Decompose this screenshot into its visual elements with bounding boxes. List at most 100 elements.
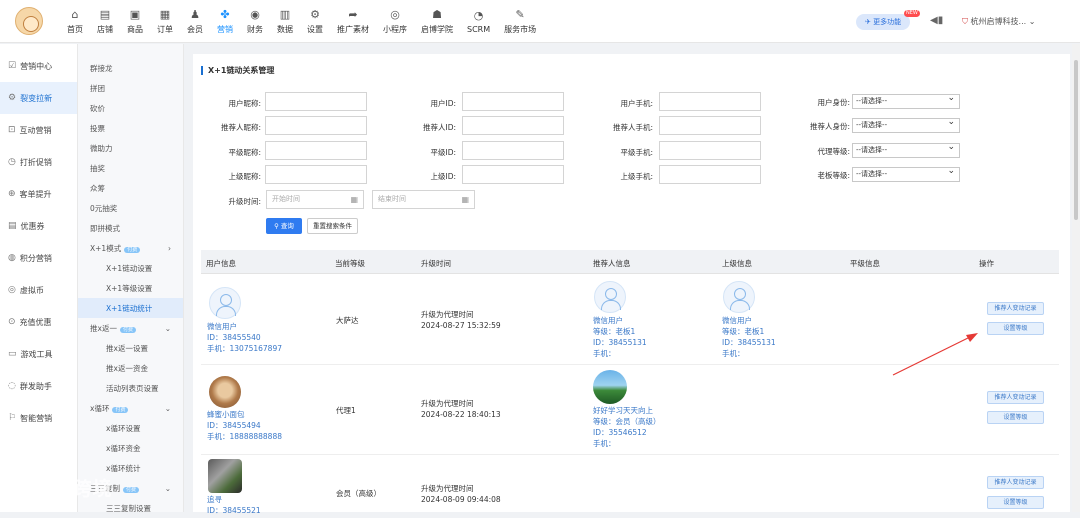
submenu-item-13[interactable]: 推x返一 付费 ⌄: [78, 318, 183, 338]
submenu-item-7[interactable]: 0元抽奖: [78, 198, 183, 218]
nickname-input[interactable]: [265, 92, 367, 111]
submenu-item-1[interactable]: 拼团: [78, 78, 183, 98]
user-name[interactable]: 微信用户: [207, 321, 237, 332]
sidebar-item-8[interactable]: ⊙ 充值优惠: [0, 306, 77, 338]
submenu-item-18[interactable]: x循环设置: [78, 418, 183, 438]
submenu-item-label: 即拼模式: [90, 223, 120, 233]
nav-item-7[interactable]: ▥ 数据: [270, 0, 300, 43]
submenu-item-6[interactable]: 众筹: [78, 178, 183, 198]
referrer-history-button[interactable]: 推荐人变动记录: [987, 476, 1044, 489]
ref-nickname-input[interactable]: [265, 116, 367, 135]
submenu-item-label: 微助力: [90, 143, 113, 153]
submenu-item-8[interactable]: 即拼模式: [78, 218, 183, 238]
sidebar-item-icon: ☑: [8, 61, 17, 71]
referrer-history-button[interactable]: 推荐人变动记录: [987, 302, 1044, 315]
nav-item-9[interactable]: ➦ 推广素材: [330, 0, 376, 43]
sidebar-item-9[interactable]: ▭ 游戏工具: [0, 338, 77, 370]
sidebar-item-5[interactable]: ▤ 优惠券: [0, 210, 77, 242]
submenu-item-0[interactable]: 群接龙: [78, 58, 183, 78]
ref-phone-label: 推荐人手机:: [612, 123, 653, 132]
nav-item-5[interactable]: ✤ 营销: [210, 0, 240, 43]
submenu-item-4[interactable]: 微助力: [78, 138, 183, 158]
submenu-item-label: 三三复制设置: [106, 503, 151, 513]
submenu-item-5[interactable]: 抽奖: [78, 158, 183, 178]
submenu-item-label: 推x返一资金: [106, 363, 148, 373]
submenu-item-16[interactable]: 活动列表页设置: [78, 378, 183, 398]
ref-name[interactable]: 微信用户: [593, 315, 623, 326]
sidebar-item-4[interactable]: ⊕ 客单提升: [0, 178, 77, 210]
set-level-button[interactable]: 设置等级: [987, 322, 1044, 335]
sidebar-item-3[interactable]: ◷ 打折促销: [0, 146, 77, 178]
submenu-item-12[interactable]: X+1链动统计: [78, 298, 183, 318]
sidebar-item-1[interactable]: ⚙ 裂变拉新: [0, 82, 77, 114]
ref-nickname-label: 推荐人昵称:: [220, 123, 261, 132]
company-switcher[interactable]: ⛉ 杭州启博科技... ⌄: [962, 16, 1035, 27]
up-phone-input[interactable]: [659, 165, 761, 184]
submenu-item-label: 推x返一设置: [106, 343, 148, 353]
submenu-item-19[interactable]: x循环资金: [78, 438, 183, 458]
submenu-item-11[interactable]: X+1等级设置: [78, 278, 183, 298]
nav-item-1[interactable]: ▤ 店铺: [90, 0, 120, 43]
phone-input[interactable]: [659, 92, 761, 111]
submenu-item-label: 抽奖: [90, 163, 105, 173]
submenu-item-17[interactable]: x循环 付费 ⌄: [78, 398, 183, 418]
speaker-icon[interactable]: ◀▮: [930, 15, 943, 26]
ref-phone-input[interactable]: [659, 116, 761, 135]
ref-name[interactable]: 好好学习天天向上: [593, 405, 653, 416]
userid-input[interactable]: [462, 92, 564, 111]
nav-item-4[interactable]: ♟ 会员: [180, 0, 210, 43]
nav-item-6[interactable]: ◉ 财务: [240, 0, 270, 43]
user-name[interactable]: 蜂蜜小面包: [207, 409, 245, 420]
submenu-item-3[interactable]: 投票: [78, 118, 183, 138]
nav-item-13[interactable]: ✎ 服务市场: [497, 0, 543, 43]
user-id: ID：38455540: [207, 333, 261, 342]
sidebar-item-11[interactable]: ⚐ 智能营销: [0, 402, 77, 434]
up-nickname-input[interactable]: [265, 165, 367, 184]
top-nav: ⌂ 首页 ▤ 店铺 ▣ 商品 ▦ 订单 ♟ 会员 ✤ 营销 ◉ 财务 ▥ 数据 ⚙ 设置 ➦ 推广素材 ◎ 小程序 ☗ 启博学…: [60, 0, 543, 43]
referrer-history-button[interactable]: 推荐人变动记录: [987, 391, 1044, 404]
nav-item-10[interactable]: ◎ 小程序: [376, 0, 414, 43]
sidebar-item-2[interactable]: ⊡ 互动营销: [0, 114, 77, 146]
calendar-icon: ▦: [461, 195, 469, 204]
start-time-input[interactable]: 开始时间 ▦: [266, 190, 364, 209]
boss-level-select[interactable]: --请选择--: [852, 165, 960, 182]
up-id-input[interactable]: [462, 165, 564, 184]
nav-item-0[interactable]: ⌂ 首页: [60, 0, 90, 43]
nav-item-11[interactable]: ☗ 启博学院: [414, 0, 460, 43]
more-features-button[interactable]: ✈ 更多功能: [856, 14, 911, 30]
sidebar-item-7[interactable]: ◎ 虚拟币: [0, 274, 77, 306]
user-name[interactable]: 追寻: [207, 494, 222, 505]
set-level-button[interactable]: 设置等级: [987, 496, 1044, 509]
submenu-item-text: x循环资金: [106, 443, 140, 454]
sidebar-item-10[interactable]: ◌ 群发助手: [0, 370, 77, 402]
peer-nickname-input[interactable]: [265, 141, 367, 160]
submenu-item-10[interactable]: X+1链动设置: [78, 258, 183, 278]
agent-level-select[interactable]: --请选择--: [852, 141, 960, 158]
reset-button[interactable]: 重置搜索条件: [307, 218, 358, 234]
sidebar-item-6[interactable]: ◍ 积分营销: [0, 242, 77, 274]
submenu-item-9[interactable]: X+1模式 付费 ›: [78, 238, 183, 258]
ref-identity-select[interactable]: --请选择--: [852, 116, 960, 133]
nav-item-12[interactable]: ◔ SCRM: [460, 0, 497, 43]
identity-select[interactable]: --请选择--: [852, 92, 960, 109]
vertical-scrollbar[interactable]: [1072, 44, 1080, 512]
end-time-input[interactable]: 结束时间 ▦: [372, 190, 475, 209]
nav-item-8[interactable]: ⚙ 设置: [300, 0, 330, 43]
up-name[interactable]: 微信用户: [722, 315, 752, 326]
nav-item-2[interactable]: ▣ 商品: [120, 0, 150, 43]
peer-phone-input[interactable]: [659, 141, 761, 160]
set-level-button[interactable]: 设置等级: [987, 411, 1044, 424]
submenu-item-22[interactable]: 三三复制设置: [78, 498, 183, 518]
nav-item-3[interactable]: ▦ 订单: [150, 0, 180, 43]
shop-logo[interactable]: [15, 7, 43, 35]
ref-id-input[interactable]: [462, 116, 564, 135]
sidebar-item-icon: ⚐: [8, 413, 17, 423]
nav-item-label: 商品: [127, 24, 143, 34]
page-title: X+1链动关系管理: [201, 66, 274, 75]
peer-id-input[interactable]: [462, 141, 564, 160]
submenu-item-14[interactable]: 推x返一设置: [78, 338, 183, 358]
submenu-item-15[interactable]: 推x返一资金: [78, 358, 183, 378]
sidebar-item-0[interactable]: ☑ 营销中心: [0, 50, 77, 82]
submenu-item-2[interactable]: 砍价: [78, 98, 183, 118]
search-button[interactable]: ⚲ 查询: [266, 218, 302, 234]
